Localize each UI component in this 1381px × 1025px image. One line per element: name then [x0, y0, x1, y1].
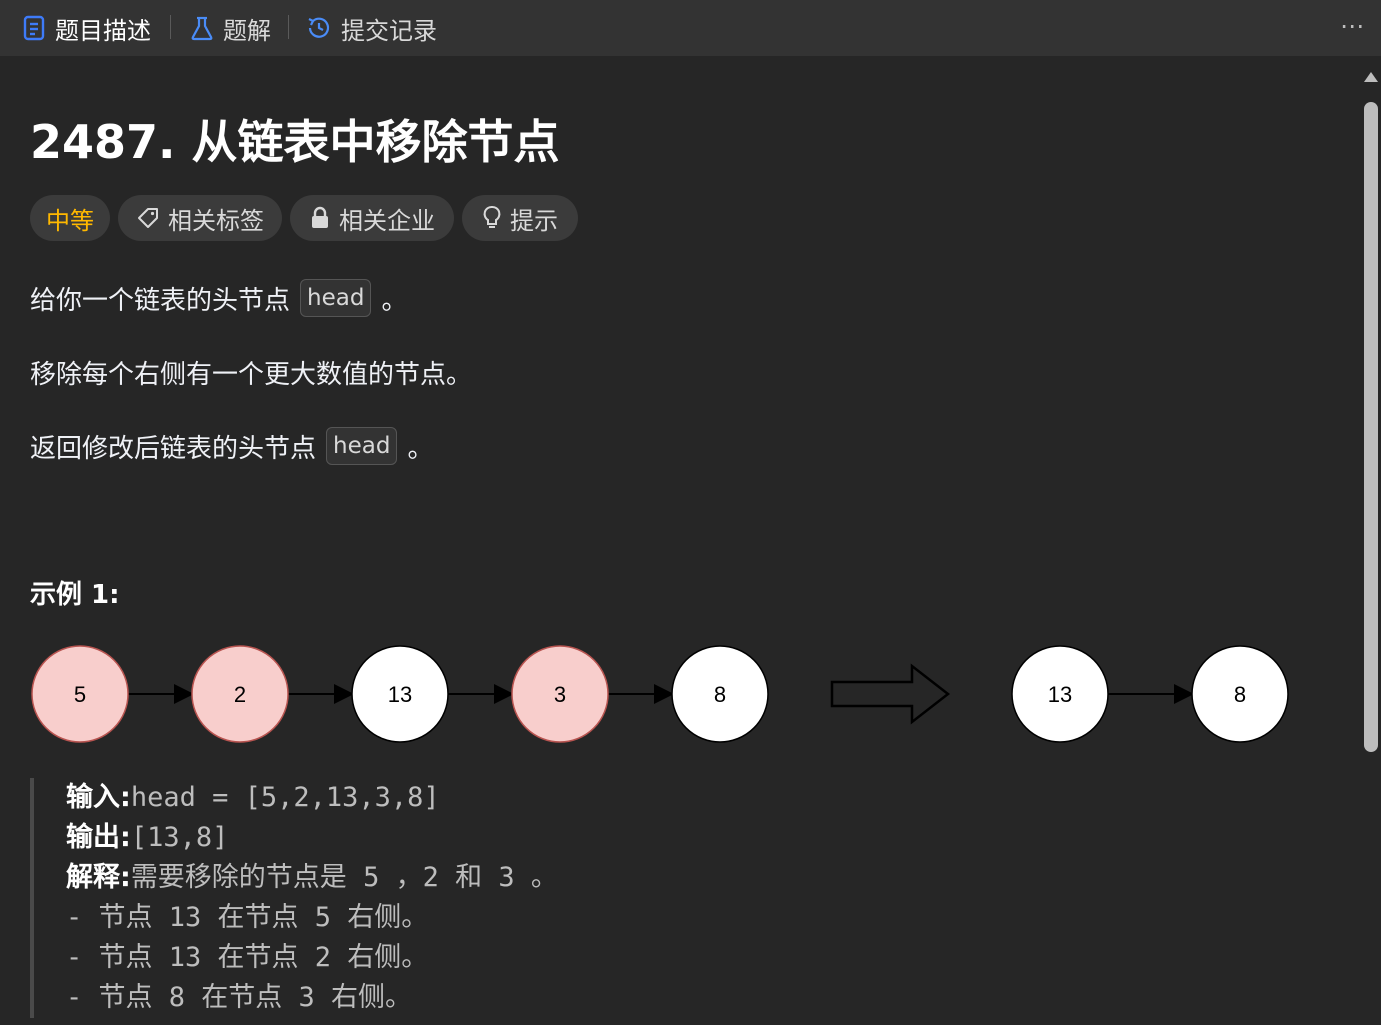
- flask-icon: [191, 16, 213, 41]
- related-tags-button[interactable]: 相关标签: [118, 195, 282, 241]
- node-value: 13: [1048, 682, 1072, 707]
- explanation-text: 需要移除的节点是 5 ，2 和 3 。: [130, 862, 558, 893]
- description-text: 移除每个右侧有一个更大数值的节点。: [30, 359, 473, 390]
- explanation-line: - 节点 8 在节点 3 右侧。: [66, 982, 413, 1013]
- inline-code: head: [326, 427, 398, 465]
- problem-title: 2487. 从链表中移除节点: [30, 115, 560, 169]
- output-label: 输出:: [66, 822, 131, 853]
- history-icon: [308, 17, 330, 38]
- difficulty-badge[interactable]: 中等: [30, 195, 110, 241]
- node-value: 8: [1234, 682, 1246, 707]
- description-text: 给你一个链表的头节点: [30, 285, 291, 316]
- description-text: 。: [407, 433, 434, 464]
- description-line-2: 移除每个右侧有一个更大数值的节点。: [30, 352, 472, 392]
- tab-divider: [170, 15, 171, 39]
- lightbulb-icon: [483, 206, 501, 228]
- node-value: 5: [74, 682, 86, 707]
- node-value: 2: [234, 682, 246, 707]
- tab-submissions-label: 提交记录: [341, 16, 437, 45]
- tab-solutions[interactable]: 题解: [190, 0, 271, 56]
- node-value: 3: [554, 682, 566, 707]
- inline-code: head: [300, 279, 372, 317]
- hint-label: 提示: [510, 206, 558, 235]
- problem-content: 2487. 从链表中移除节点 中等 相关标签 相关企业 提示 给你一个链表的头节…: [0, 56, 1360, 1025]
- related-companies-label: 相关企业: [339, 206, 435, 235]
- more-options-icon[interactable]: ⋯: [1340, 12, 1365, 40]
- related-tags-label: 相关标签: [168, 206, 264, 235]
- description-text: 。: [381, 285, 408, 316]
- linked-list-diagram: 5 2 13 3 8 13 8: [31, 645, 1289, 743]
- description-line-1: 给你一个链表的头节点 head 。: [30, 278, 407, 318]
- lock-icon: [312, 206, 328, 228]
- explanation-label: 解释:: [66, 862, 131, 893]
- tab-description[interactable]: 题目描述: [22, 0, 151, 56]
- tab-solutions-label: 题解: [223, 16, 271, 45]
- explanation-line: - 节点 13 在节点 2 右侧。: [66, 942, 429, 973]
- scroll-up-arrow-icon[interactable]: [1364, 72, 1378, 82]
- transform-arrow-icon: [830, 663, 951, 725]
- related-companies-button[interactable]: 相关企业: [290, 195, 454, 241]
- example-code-block: 输入:head = [5,2,13,3,8] 输出:[13,8] 解释:需要移除…: [30, 778, 650, 1018]
- example-title: 示例 1:: [30, 580, 120, 610]
- hint-button[interactable]: 提示: [462, 195, 578, 241]
- description-text: 返回修改后链表的头节点: [30, 433, 317, 464]
- description-icon: [23, 15, 45, 41]
- tag-icon: [138, 208, 158, 228]
- node-value: 8: [714, 682, 726, 707]
- explanation-line: - 节点 13 在节点 5 右侧。: [66, 902, 429, 933]
- tab-divider: [288, 15, 289, 39]
- tab-submissions[interactable]: 提交记录: [306, 0, 437, 56]
- scrollbar-thumb[interactable]: [1364, 102, 1378, 752]
- description-line-3: 返回修改后链表的头节点 head 。: [30, 426, 433, 466]
- tab-description-label: 题目描述: [55, 16, 151, 45]
- node-value: 13: [388, 682, 412, 707]
- input-value: head = [5,2,13,3,8]: [130, 782, 440, 813]
- input-label: 输入:: [66, 782, 131, 813]
- output-value: [13,8]: [130, 822, 229, 853]
- tab-bar: 题目描述 题解 提交记录 ⋯: [0, 0, 1381, 56]
- difficulty-label: 中等: [46, 206, 94, 235]
